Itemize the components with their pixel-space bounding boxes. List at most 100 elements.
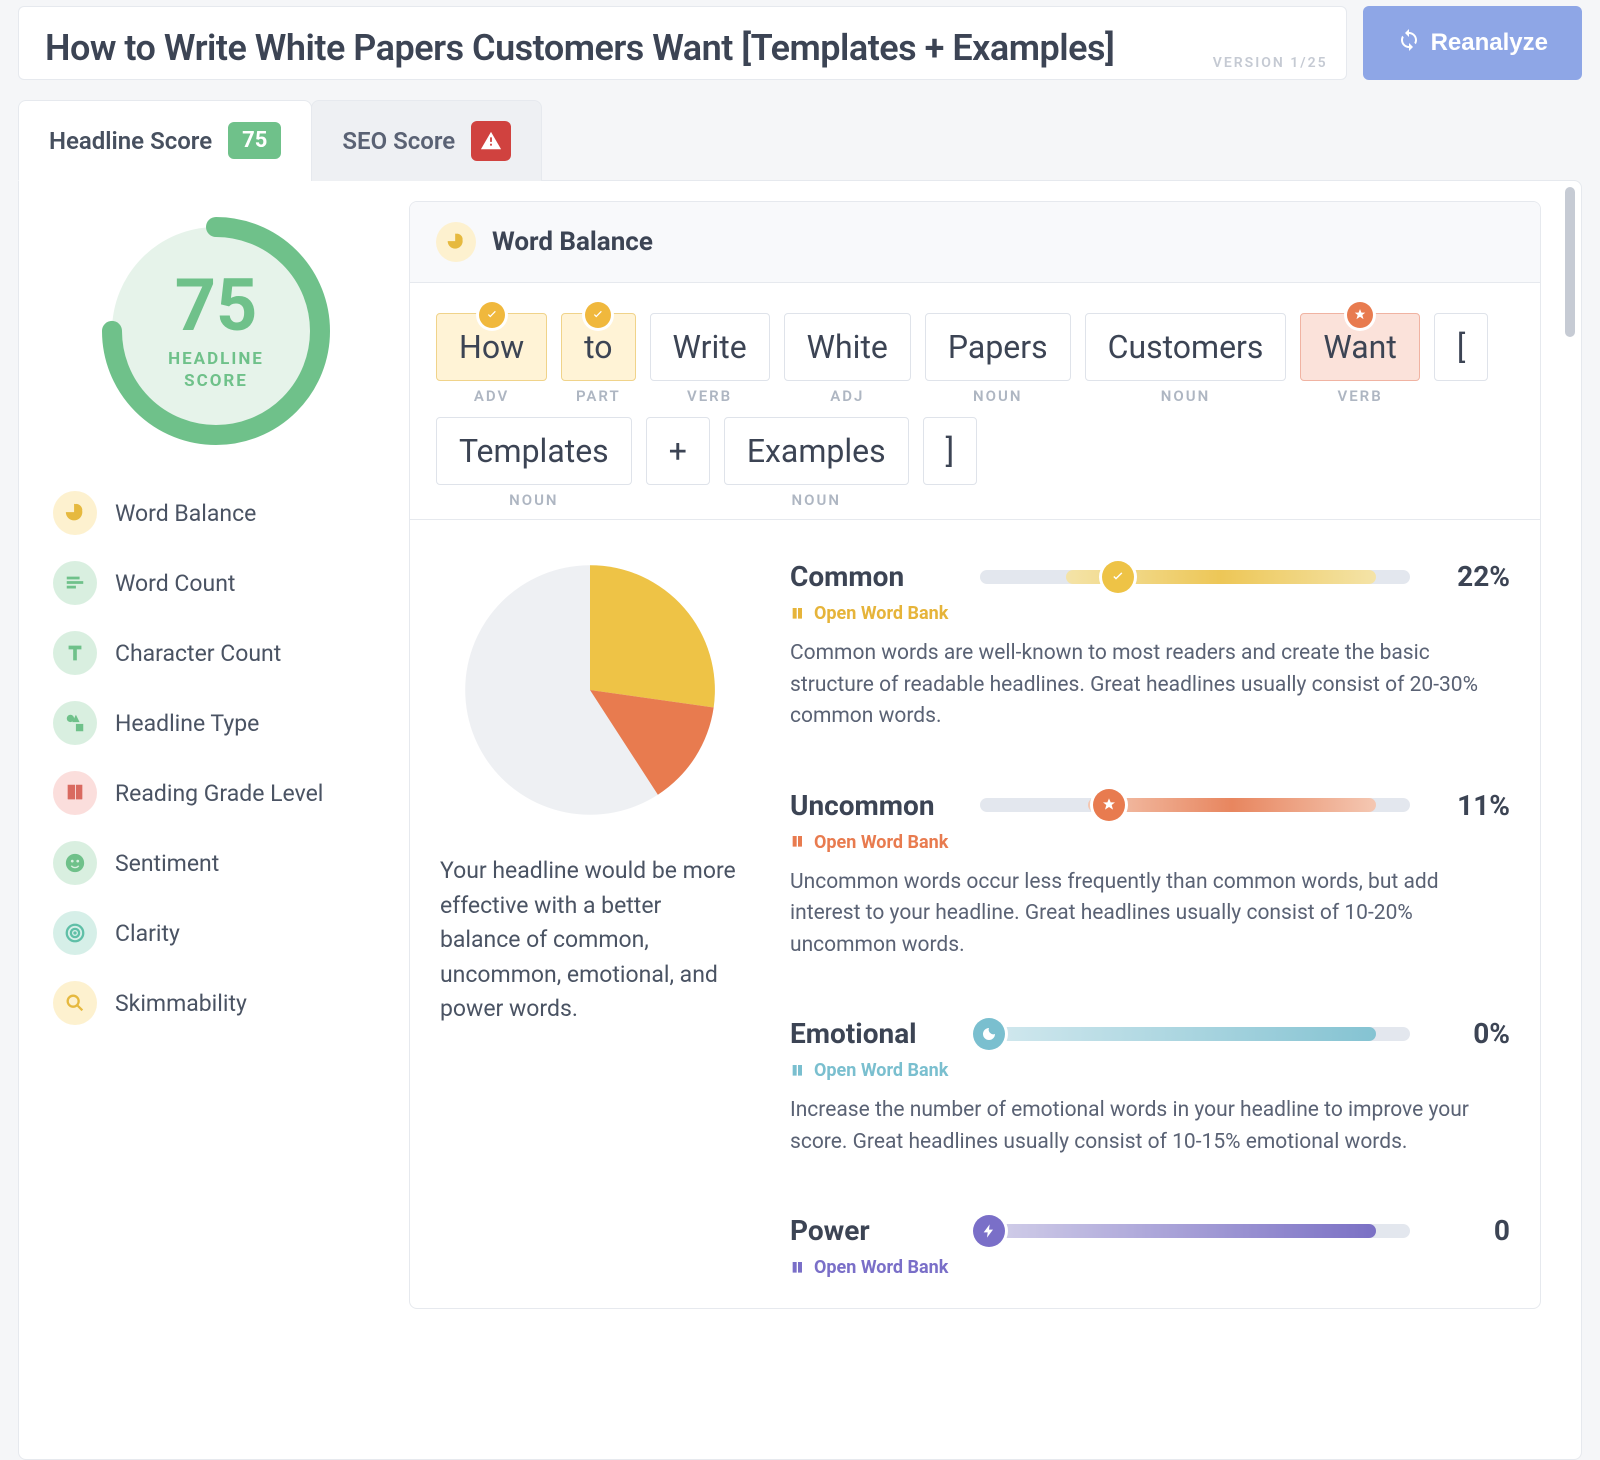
sidebar-item-label: Reading Grade Level: [115, 780, 323, 807]
analysis-row: Your headline would be more effective wi…: [410, 520, 1540, 1308]
shapes-icon: [53, 701, 97, 745]
metric-name: Uncommon: [790, 789, 960, 822]
word-token: Papers: [925, 313, 1071, 381]
open-word-bank-link[interactable]: Open Word Bank: [790, 1257, 1510, 1278]
check-icon: [585, 302, 611, 328]
sidebar: 75 HEADLINESCORE Word Balance Word Count…: [19, 181, 409, 1459]
sidebar-item-label: Clarity: [115, 920, 180, 947]
sidebar-item-label: Word Balance: [115, 500, 256, 527]
sidebar-item-sentiment[interactable]: Sentiment: [53, 841, 379, 885]
letter-t-icon: [53, 631, 97, 675]
sidebar-item-label: Character Count: [115, 640, 281, 667]
word-token: [: [1434, 313, 1488, 381]
metric-name: Emotional: [790, 1017, 960, 1050]
part-of-speech: PART: [576, 387, 621, 405]
word-token: ]: [923, 417, 977, 485]
word-cell: [: [1434, 313, 1488, 405]
search-icon: [53, 981, 97, 1025]
metric-common: Common 22% Open Word Bank Common words a…: [790, 560, 1510, 733]
sidebar-item-label: Sentiment: [115, 850, 219, 877]
sidebar-item-clarity[interactable]: Clarity: [53, 911, 379, 955]
word-balance-pie-chart: [460, 560, 720, 820]
tab-bar: Headline Score 75 SEO Score: [18, 100, 1582, 181]
word-token: Templates: [436, 417, 632, 485]
headline-score-badge: 75: [228, 122, 281, 159]
word-token: Examples: [724, 417, 909, 485]
part-of-speech: VERB: [687, 387, 732, 405]
pie-note: Your headline would be more effective wi…: [440, 854, 740, 1027]
word-cell: Examples NOUN: [724, 417, 909, 509]
word-token: How: [436, 313, 547, 381]
open-word-bank-link[interactable]: Open Word Bank: [790, 603, 1510, 624]
metric-bar: [980, 1224, 1410, 1238]
header: How to Write White Papers Customers Want…: [18, 0, 1582, 80]
sidebar-item-skimmability[interactable]: Skimmability: [53, 981, 379, 1025]
tab-headline-score[interactable]: Headline Score 75: [18, 100, 312, 181]
part-of-speech: NOUN: [973, 387, 1022, 405]
part-of-speech: NOUN: [509, 491, 558, 509]
align-icon: [53, 561, 97, 605]
sidebar-item-label: Word Count: [115, 570, 235, 597]
reanalyze-button[interactable]: Reanalyze: [1363, 6, 1582, 80]
metrics-column: Common 22% Open Word Bank Common words a…: [790, 560, 1510, 1278]
metric-name: Common: [790, 560, 960, 593]
score-label: HEADLINESCORE: [168, 348, 264, 392]
sidebar-item-label: Skimmability: [115, 990, 247, 1017]
word-token: Want: [1300, 313, 1419, 381]
refresh-icon: [1397, 28, 1421, 59]
metric-name: Power: [790, 1214, 960, 1247]
word-cell: Papers NOUN: [925, 313, 1071, 405]
headline-text: How to Write White Papers Customers Want…: [45, 27, 1320, 69]
sidebar-item-reading-grade-level[interactable]: Reading Grade Level: [53, 771, 379, 815]
sidebar-item-headline-type[interactable]: Headline Type: [53, 701, 379, 745]
metric-bar: [980, 798, 1410, 812]
main-panel: Word Balance How ADV to PART Write VERB …: [409, 181, 1581, 1459]
word-token: Write: [650, 313, 770, 381]
metric-uncommon: Uncommon 11% Open Word Bank Uncommon wor…: [790, 789, 1510, 962]
metric-value: 11%: [1430, 789, 1510, 822]
word-cell: Customers NOUN: [1085, 313, 1287, 405]
part-of-speech: VERB: [1337, 387, 1382, 405]
metric-value: 0%: [1430, 1017, 1510, 1050]
metric-value: 22%: [1430, 560, 1510, 593]
body: 75 HEADLINESCORE Word Balance Word Count…: [18, 180, 1582, 1460]
check-icon: [1102, 561, 1134, 593]
sidebar-item-word-balance[interactable]: Word Balance: [53, 491, 379, 535]
metric-emotional: Emotional 0% Open Word Bank Increase the…: [790, 1017, 1510, 1158]
open-word-bank-link[interactable]: Open Word Bank: [790, 832, 1510, 853]
headline-input-card[interactable]: How to Write White Papers Customers Want…: [18, 6, 1347, 80]
headline-score-ring: 75 HEADLINESCORE: [96, 211, 336, 451]
word-cell: Write VERB: [650, 313, 770, 405]
word-cell: Want VERB: [1300, 313, 1419, 405]
part-of-speech: ADJ: [830, 387, 864, 405]
sidebar-item-character-count[interactable]: Character Count: [53, 631, 379, 675]
metric-power: Power 0 Open Word Bank: [790, 1214, 1510, 1278]
metric-description: Increase the number of emotional words i…: [790, 1095, 1510, 1158]
part-of-speech: ADV: [474, 387, 509, 405]
score-value: 75: [175, 270, 258, 342]
sidebar-item-label: Headline Type: [115, 710, 259, 737]
metric-value: 0: [1430, 1214, 1510, 1247]
word-cell: Templates NOUN: [436, 417, 632, 509]
tab-seo-score[interactable]: SEO Score: [311, 100, 542, 181]
tab-label: Headline Score: [49, 127, 212, 155]
moon-icon: [973, 1018, 1005, 1050]
face-icon: [53, 841, 97, 885]
open-word-bank-link[interactable]: Open Word Bank: [790, 1060, 1510, 1081]
word-cell: ]: [923, 417, 977, 509]
version-label: VERSION 1/25: [1213, 55, 1328, 71]
word-cell: to PART: [561, 313, 635, 405]
pie-column: Your headline would be more effective wi…: [440, 560, 740, 1278]
sidebar-item-word-count[interactable]: Word Count: [53, 561, 379, 605]
panel-header: Word Balance: [410, 202, 1540, 283]
sidebar-nav: Word Balance Word Count Character Count …: [53, 491, 379, 1025]
metric-description: Common words are well-known to most read…: [790, 638, 1510, 733]
star-icon: [1093, 789, 1125, 821]
part-of-speech: NOUN: [792, 491, 841, 509]
word-cell: How ADV: [436, 313, 547, 405]
scrollbar[interactable]: [1565, 187, 1575, 337]
word-token: to: [561, 313, 635, 381]
word-token: White: [784, 313, 911, 381]
reanalyze-label: Reanalyze: [1431, 29, 1548, 57]
target-icon: [53, 911, 97, 955]
